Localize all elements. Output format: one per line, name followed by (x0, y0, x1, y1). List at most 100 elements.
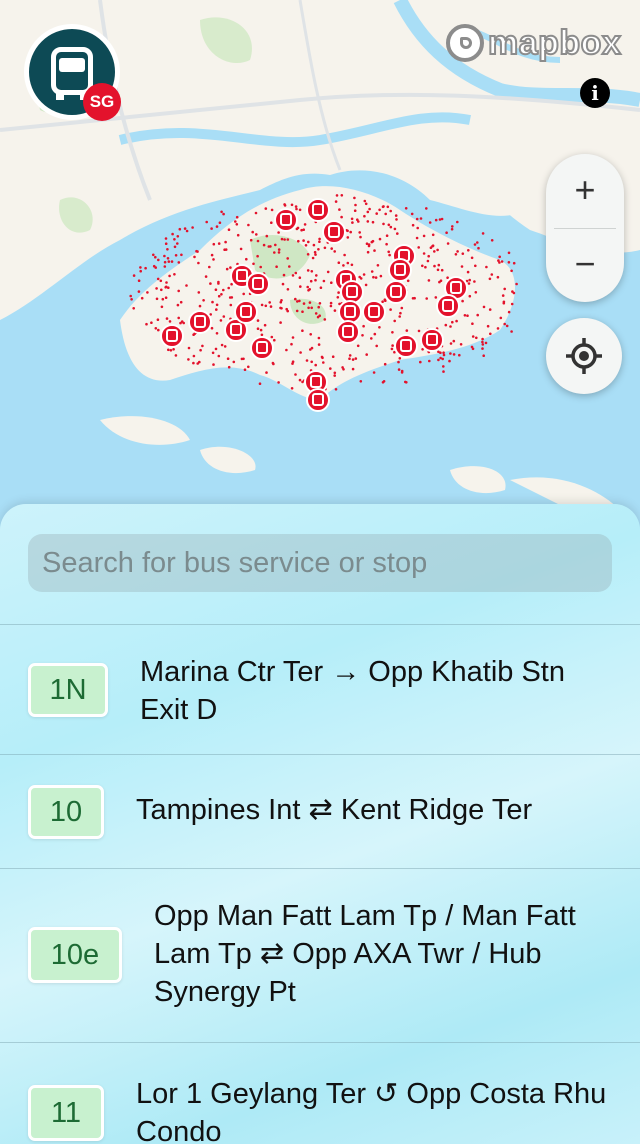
bus-stop-dot (168, 274, 171, 278)
bus-stop-dot (481, 232, 485, 235)
bus-stop-dot (198, 304, 202, 308)
bus-interchange-icon (274, 208, 298, 232)
bus-stop-dot (302, 239, 305, 242)
bus-stop-dot (449, 342, 453, 345)
bus-stop-dot (488, 277, 492, 281)
bus-stop-dot (288, 265, 291, 268)
bus-stop-dot (317, 336, 321, 340)
bus-stop-dot (452, 339, 456, 343)
bus-stop-dot (364, 202, 368, 206)
bus-stop-dot (167, 260, 171, 263)
service-row[interactable]: 10 Tampines Int ⇄ Kent Ridge Ter (0, 754, 640, 869)
bus-stop-dot (242, 292, 245, 296)
bus-stop-dot (235, 223, 239, 226)
bus-stop-dot (303, 223, 307, 226)
service-row[interactable]: 1N Marina Ctr Ter → Opp Khatib Stn Exit … (0, 624, 640, 755)
service-row[interactable]: 10e Opp Man Fatt Lam Tp / Man Fatt Lam T… (0, 868, 640, 1043)
bus-stop-dot (312, 243, 316, 247)
crosshair-icon (566, 338, 602, 374)
locate-button[interactable] (546, 318, 622, 394)
bus-stop-dot (239, 247, 243, 251)
bus-stop-dot (166, 257, 170, 260)
bus-stop-dot (150, 321, 153, 325)
bus-stop-dot (212, 363, 215, 366)
bus-stop-dot (294, 271, 298, 275)
bus-stop-dot (359, 235, 362, 239)
bus-stop-dot (471, 322, 474, 326)
services-sheet[interactable]: Search for bus service or stop 1N Marina… (0, 504, 640, 1144)
bus-stop-dot (351, 358, 355, 361)
bus-stop-dot (211, 300, 214, 304)
bus-stop-dot (168, 320, 172, 323)
bus-stop-dot (442, 365, 445, 368)
bus-stop-dot (346, 236, 350, 239)
bus-stop-dot (290, 203, 294, 207)
bus-stop-dot (308, 301, 312, 304)
bus-stop-dot (330, 281, 333, 285)
bus-stop-dot (329, 367, 332, 370)
bus-stop-dot (358, 275, 362, 279)
bus-stop-dot (353, 196, 356, 200)
bus-stop-dot (301, 310, 304, 314)
bus-stop-dot (461, 299, 464, 303)
bus-stop-dot (346, 229, 349, 233)
bus-stop-dot (484, 341, 488, 345)
service-number-badge: 1N (28, 663, 108, 717)
bus-stop-dot (208, 265, 211, 269)
bus-stop-dot (146, 291, 149, 294)
bus-stop-dot (173, 273, 176, 276)
bus-stop-dot (155, 287, 158, 290)
bus-stop-dot (382, 222, 385, 226)
bus-stop-dot (400, 369, 404, 373)
bus-stop-dot (346, 261, 350, 265)
bus-stop-dot (191, 226, 194, 229)
bus-stop-dot (323, 318, 327, 321)
bus-stop-dot (390, 347, 394, 351)
bus-stop-dot (333, 374, 337, 377)
service-row[interactable]: 11 Lor 1 Geylang Ter ↺ Opp Costa Rhu Con… (0, 1042, 640, 1144)
bus-stop-dot (507, 251, 511, 255)
bus-stop-dot (510, 330, 513, 333)
info-button[interactable]: i (580, 78, 610, 108)
bus-stop-dot (309, 279, 313, 283)
bus-stop-dot (145, 322, 148, 326)
bus-stop-dot (214, 347, 218, 351)
service-route: Lor 1 Geylang Ter ↺ Opp Costa Rhu Condo (136, 1078, 607, 1144)
bus-stop-dot (353, 209, 357, 212)
bus-stop-dot (275, 265, 278, 269)
bus-stop-dot (298, 378, 302, 382)
bus-stop-dot (388, 253, 391, 257)
bus-stop-dot (295, 309, 299, 313)
bus-stop-dot (137, 290, 141, 293)
bus-stop-dot (329, 301, 333, 305)
mapbox-attribution[interactable]: mapbox (446, 22, 622, 64)
bus-stop-dot (431, 244, 435, 247)
bus-stop-dot (415, 236, 419, 240)
bus-stop-dot (499, 316, 503, 320)
bus-stop-dot (384, 299, 387, 303)
bus-stop-dot (251, 230, 254, 234)
bus-stop-dot (129, 294, 132, 298)
zoom-control: + − (546, 154, 624, 302)
bus-stop-dot (219, 319, 223, 322)
bus-stop-dot (371, 239, 375, 243)
bus-stop-dot (291, 360, 295, 364)
app-logo[interactable]: SG (24, 24, 121, 121)
bus-stop-dot (326, 270, 330, 274)
bus-stop-dot (442, 370, 445, 373)
bus-stop-dot (362, 324, 365, 328)
search-input[interactable]: Search for bus service or stop (28, 534, 612, 592)
bus-stop-dot (341, 366, 344, 369)
bus-stop-dot (467, 282, 471, 285)
bus-stop-dot (370, 337, 373, 340)
bus-stop-dot (169, 349, 173, 352)
bus-stop-dot (137, 279, 141, 283)
bus-stop-dot (160, 305, 164, 309)
zoom-in-button[interactable]: + (546, 154, 624, 228)
bus-stop-dot (285, 307, 289, 311)
bus-stop-dot (333, 250, 337, 253)
bus-stop-dot (333, 309, 337, 312)
bus-stop-dot (340, 215, 343, 219)
zoom-out-button[interactable]: − (546, 228, 624, 302)
bus-stop-dot (448, 359, 451, 363)
